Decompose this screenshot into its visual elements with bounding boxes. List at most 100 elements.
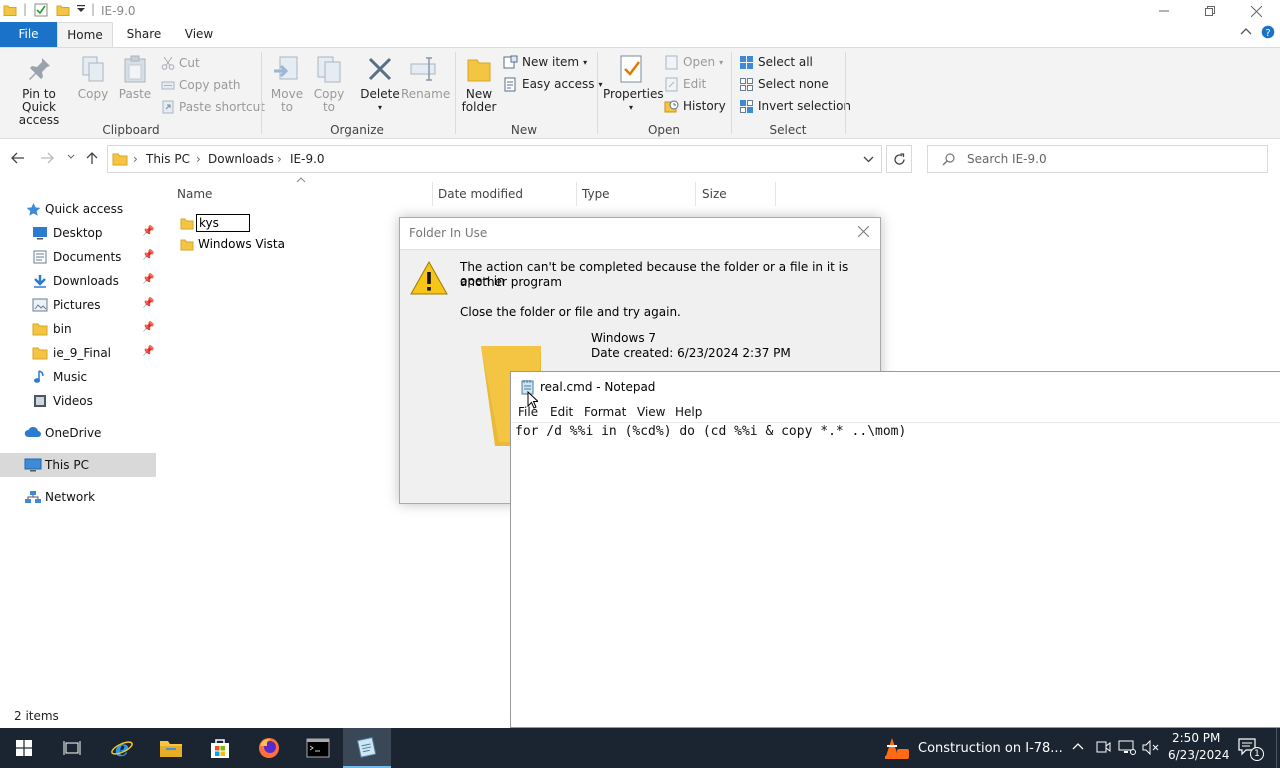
folder-icon <box>180 238 194 251</box>
history-button[interactable]: History <box>664 97 726 115</box>
menu-edit[interactable]: Edit <box>550 405 573 419</box>
column-separator[interactable] <box>695 182 696 206</box>
breadcrumb-downloads[interactable]: Downloads <box>208 152 274 166</box>
nav-quick-access[interactable]: Quick access <box>0 197 156 221</box>
move-to-button[interactable]: Move to <box>269 54 305 114</box>
address-dropdown-chevron-icon[interactable] <box>863 156 874 163</box>
notepad-text-area[interactable]: for /d %%i in (%cd%) do (cd %%i & copy *… <box>515 424 906 439</box>
nav-onedrive[interactable]: OneDrive <box>0 421 156 445</box>
properties-button[interactable]: Properties ▾ <box>603 54 664 114</box>
nav-ie-9-final[interactable]: ie_9_Final 📌 <box>0 341 156 365</box>
videos-icon <box>32 394 48 408</box>
delete-button[interactable]: Delete ▾ <box>360 54 400 114</box>
menu-help[interactable]: Help <box>675 405 702 419</box>
clock-date[interactable]: 6/23/2024 <box>1168 748 1230 762</box>
column-header-name[interactable]: Name <box>177 187 212 201</box>
start-button[interactable] <box>0 728 48 768</box>
customize-qat-dropdown[interactable] <box>76 4 86 14</box>
pin-icon: 📌 <box>142 346 155 357</box>
paste-shortcut-button[interactable]: Paste shortcut <box>161 98 265 116</box>
nav-pictures[interactable]: Pictures 📌 <box>0 293 156 317</box>
table-row[interactable]: Windows Vista <box>176 234 285 254</box>
traffic-cone-icon[interactable] <box>884 737 910 761</box>
clipboard-group-label: Clipboard <box>102 123 160 137</box>
dialog-close-icon[interactable] <box>858 226 869 237</box>
column-separator[interactable] <box>576 182 577 206</box>
select-all-button[interactable]: Select all <box>739 53 813 71</box>
column-header-size[interactable]: Size <box>702 187 727 201</box>
invert-selection-button[interactable]: Invert selection <box>739 97 851 115</box>
copy-button[interactable]: Copy <box>76 54 110 101</box>
search-placeholder[interactable]: Search IE-9.0 <box>967 152 1047 166</box>
minimize-button[interactable] <box>1141 0 1187 22</box>
taskbar-store[interactable] <box>196 728 244 768</box>
task-view-button[interactable] <box>48 728 96 768</box>
new-item-icon <box>503 55 518 70</box>
taskbar-notepad[interactable] <box>343 728 391 768</box>
nav-desktop[interactable]: Desktop 📌 <box>0 221 156 245</box>
notepad-title: real.cmd - Notepad <box>540 380 656 394</box>
nav-music[interactable]: Music <box>0 365 156 389</box>
taskbar-command-prompt[interactable] <box>294 728 342 768</box>
forward-arrow-icon[interactable] <box>40 152 54 164</box>
taskbar-internet-explorer[interactable]: e <box>98 728 146 768</box>
menu-view[interactable]: View <box>637 405 665 419</box>
taskbar-firefox[interactable] <box>245 728 293 768</box>
open-button[interactable]: Open ▾ <box>664 53 723 71</box>
address-bar[interactable]: › This PC › Downloads › IE-9.0 <box>107 145 882 173</box>
copy-to-button[interactable]: Copy to <box>311 54 347 114</box>
column-separator[interactable] <box>775 182 776 206</box>
rename-button[interactable]: Rename <box>401 54 450 101</box>
nav-videos[interactable]: Videos <box>0 389 156 413</box>
menu-format[interactable]: Format <box>584 405 626 419</box>
tab-file[interactable]: File <box>0 22 57 47</box>
back-arrow-icon[interactable] <box>11 152 25 164</box>
column-separator[interactable] <box>432 182 433 206</box>
column-header-type[interactable]: Type <box>582 187 610 201</box>
tab-share[interactable]: Share <box>118 22 170 47</box>
select-none-button[interactable]: Select none <box>739 75 829 93</box>
nav-bin[interactable]: bin 📌 <box>0 317 156 341</box>
chevron-up-icon[interactable] <box>1240 27 1252 37</box>
meet-now-icon[interactable] <box>1095 740 1111 754</box>
tab-view[interactable]: View <box>175 22 223 47</box>
nav-downloads[interactable]: Downloads 📌 <box>0 269 156 293</box>
close-button[interactable] <box>1233 0 1279 22</box>
new-folder-button[interactable]: New folder <box>460 54 498 114</box>
edit-button[interactable]: Edit <box>664 75 706 93</box>
notepad-menu-divider <box>511 422 1280 423</box>
breadcrumb-ie-9-0[interactable]: IE-9.0 <box>290 152 325 166</box>
table-row[interactable] <box>176 213 250 233</box>
new-folder-qat-icon[interactable] <box>56 3 70 17</box>
breadcrumb-this-pc[interactable]: This PC <box>146 152 190 166</box>
restore-button[interactable] <box>1187 0 1233 22</box>
show-desktop-button[interactable] <box>1276 728 1280 768</box>
properties-qat-icon[interactable] <box>34 3 48 17</box>
cut-button[interactable]: Cut <box>161 54 200 72</box>
column-header-date-modified[interactable]: Date modified <box>438 187 523 201</box>
paste-button[interactable]: Paste <box>118 54 152 101</box>
nav-this-pc[interactable]: This PC <box>0 453 156 477</box>
volume-muted-icon[interactable] <box>1142 740 1160 755</box>
tab-home[interactable]: Home <box>57 22 113 47</box>
recent-locations-chevron-icon[interactable] <box>67 154 75 160</box>
store-bag-icon <box>209 737 231 759</box>
taskbar-file-explorer[interactable] <box>147 728 195 768</box>
refresh-button[interactable] <box>886 145 912 173</box>
pin-to-quick-access-button[interactable]: Pin to Quick access <box>4 54 74 127</box>
weather-news-widget[interactable]: Construction on I-78... <box>918 741 1063 756</box>
nav-documents[interactable]: Documents 📌 <box>0 245 156 269</box>
up-arrow-icon[interactable] <box>86 151 98 165</box>
search-box[interactable]: Search IE-9.0 <box>927 145 1268 173</box>
network-tray-icon[interactable] <box>1118 740 1136 755</box>
help-icon[interactable]: ? <box>1261 25 1275 39</box>
breadcrumb-separator-icon: › <box>133 152 138 166</box>
firefox-icon <box>257 736 281 760</box>
nav-network[interactable]: Network <box>0 485 156 509</box>
easy-access-button[interactable]: Easy access ▾ <box>503 75 603 93</box>
new-item-button[interactable]: New item ▾ <box>503 53 587 71</box>
copy-path-button[interactable]: Copy path <box>161 76 241 94</box>
rename-input[interactable] <box>196 214 250 232</box>
chevron-up-icon[interactable] <box>1072 742 1084 750</box>
clock-time[interactable]: 2:50 PM <box>1172 731 1220 745</box>
